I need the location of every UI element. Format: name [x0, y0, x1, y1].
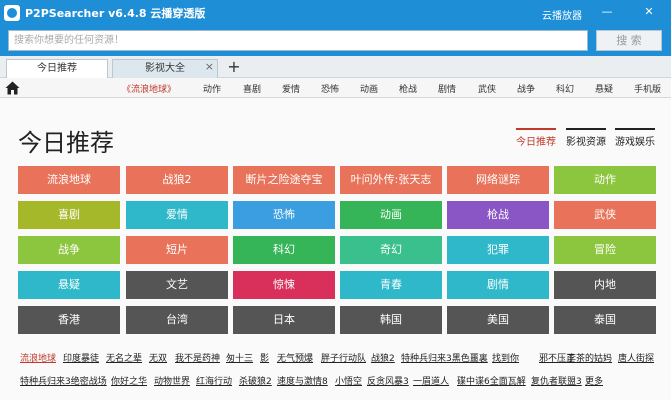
tab-label: 影视大全 — [145, 63, 185, 74]
category-tile[interactable]: 科幻 — [233, 236, 335, 264]
category-tile[interactable]: 犯罪 — [447, 236, 549, 264]
category-tile[interactable]: 动画 — [340, 201, 442, 229]
hot-link[interactable]: 复仇者联盟3 — [531, 374, 582, 387]
hot-link[interactable]: 特种兵归来3绝密战场 — [20, 374, 107, 387]
category-item[interactable]: 喜剧 — [243, 82, 261, 95]
hot-link[interactable]: 我不是药神 — [175, 351, 220, 364]
hot-link[interactable]: 印度暴徒 — [63, 351, 99, 364]
category-tile[interactable]: 爱情 — [126, 201, 228, 229]
category-tile[interactable]: 青春 — [340, 271, 442, 299]
cloud-player-button[interactable]: 云播放器 — [542, 7, 582, 22]
category-tile[interactable]: 香港 — [18, 306, 120, 334]
category-tile[interactable]: 美国 — [447, 306, 549, 334]
category-tile[interactable]: 短片 — [126, 236, 228, 264]
category-tile[interactable]: 动作 — [554, 166, 656, 194]
home-icon[interactable] — [5, 81, 20, 95]
hot-link[interactable]: 小悟空 — [335, 374, 362, 387]
category-tile[interactable]: 武侠 — [554, 201, 656, 229]
category-item[interactable]: 武侠 — [478, 82, 496, 95]
category-item[interactable]: 恐怖 — [321, 82, 339, 95]
section-tab-resources[interactable]: 影视资源 — [566, 128, 606, 148]
hot-link[interactable]: 无名之辈 — [106, 351, 142, 364]
category-nav: 《流浪地球》 动作 喜剧 爱情 恐怖 动画 枪战 剧情 武侠 战争 科幻 悬疑 … — [0, 78, 671, 98]
hot-link[interactable]: 找到你 — [492, 351, 519, 364]
hot-link[interactable]: 胖子行动队 — [321, 351, 366, 364]
search-bar: 搜 索 — [0, 26, 671, 56]
hot-link[interactable]: 动物世界 — [154, 374, 190, 387]
category-tile[interactable]: 冒险 — [554, 236, 656, 264]
minimize-button[interactable]: — — [598, 4, 616, 20]
category-tile[interactable]: 日本 — [233, 306, 335, 334]
category-tile[interactable]: 断片之险途夺宝 — [233, 166, 335, 194]
category-tile[interactable]: 内地 — [554, 271, 656, 299]
close-icon[interactable]: × — [205, 58, 214, 76]
hot-link[interactable]: 匆十三 — [226, 351, 253, 364]
category-item[interactable]: 动画 — [360, 82, 378, 95]
hot-link[interactable]: 一眉道人 — [413, 374, 449, 387]
category-tile[interactable]: 奇幻 — [340, 236, 442, 264]
app-title: P2PSearcher v6.4.8 云播穿透版 — [25, 7, 206, 20]
hot-link[interactable]: 红海行动 — [196, 374, 232, 387]
main-content: 今日推荐 今日推荐 影视资源 游戏娱乐 流浪地球 战狼2 断片之险途夺宝 叶问外传:张… — [0, 98, 671, 400]
hot-link[interactable]: 杀破狼2 — [239, 374, 272, 387]
category-tile[interactable]: 叶问外传:张天志 — [340, 166, 442, 194]
page-title: 今日推荐 — [18, 129, 114, 157]
category-item[interactable]: 手机版 — [634, 82, 661, 95]
hot-link[interactable]: 反贪风暴3 — [367, 374, 409, 387]
category-tile[interactable]: 恐怖 — [233, 201, 335, 229]
category-tile[interactable]: 台湾 — [126, 306, 228, 334]
category-tile[interactable]: 剧情 — [447, 271, 549, 299]
category-item[interactable]: 枪战 — [399, 82, 417, 95]
category-tile[interactable]: 战狼2 — [126, 166, 228, 194]
section-tab-games[interactable]: 游戏娱乐 — [615, 128, 655, 148]
tab-movies[interactable]: 影视大全 × — [112, 59, 218, 78]
hot-link[interactable]: 战狼2 — [371, 351, 395, 364]
category-item[interactable]: 剧情 — [438, 82, 456, 95]
category-item[interactable]: 爱情 — [282, 82, 300, 95]
category-tile[interactable]: 流浪地球 — [18, 166, 120, 194]
hot-link[interactable]: 你好之华 — [111, 374, 147, 387]
hot-link[interactable]: 无双 — [149, 351, 167, 364]
category-tile[interactable]: 喜剧 — [18, 201, 120, 229]
new-tab-button[interactable]: + — [224, 58, 244, 78]
category-tile[interactable]: 惊悚 — [233, 271, 335, 299]
tab-today-recommend[interactable]: 今日推荐 — [6, 59, 108, 78]
category-tile[interactable]: 战争 — [18, 236, 120, 264]
hot-link[interactable]: 无气预爆 — [277, 351, 313, 364]
section-tab-today[interactable]: 今日推荐 — [516, 128, 556, 148]
tab-label: 今日推荐 — [37, 63, 77, 74]
hot-link[interactable]: 李茶的姑妈 — [567, 351, 612, 364]
hot-link[interactable]: 影 — [260, 351, 269, 364]
category-item[interactable]: 战争 — [517, 82, 535, 95]
category-item[interactable]: 《流浪地球》 — [122, 82, 176, 95]
hot-link[interactable]: 唐人街探 — [618, 351, 654, 364]
search-button[interactable]: 搜 索 — [596, 30, 662, 51]
category-tile[interactable]: 泰国 — [554, 306, 656, 334]
hot-link[interactable]: 更多 — [585, 374, 603, 387]
hot-link[interactable]: 特种兵归来3黑色噩裏 — [401, 351, 488, 364]
category-tile[interactable]: 韩国 — [340, 306, 442, 334]
category-item[interactable]: 悬疑 — [595, 82, 613, 95]
category-item[interactable]: 科幻 — [556, 82, 574, 95]
hot-link[interactable]: 碟中谍6全面瓦解 — [457, 374, 526, 387]
category-tile[interactable]: 悬疑 — [18, 271, 120, 299]
category-item[interactable]: 动作 — [203, 82, 221, 95]
category-tile[interactable]: 枪战 — [447, 201, 549, 229]
title-bar: P2PSearcher v6.4.8 云播穿透版 云播放器 — ✕ — [0, 0, 671, 26]
category-tile[interactable]: 文艺 — [126, 271, 228, 299]
category-tile[interactable]: 网络谜踪 — [447, 166, 549, 194]
hot-link[interactable]: 速度与激情8 — [277, 374, 328, 387]
search-input[interactable] — [8, 30, 588, 51]
app-logo-icon — [4, 5, 20, 21]
tab-bar: 今日推荐 影视大全 × + — [0, 56, 671, 78]
hot-link[interactable]: 流浪地球 — [20, 351, 56, 364]
close-window-button[interactable]: ✕ — [640, 4, 658, 20]
